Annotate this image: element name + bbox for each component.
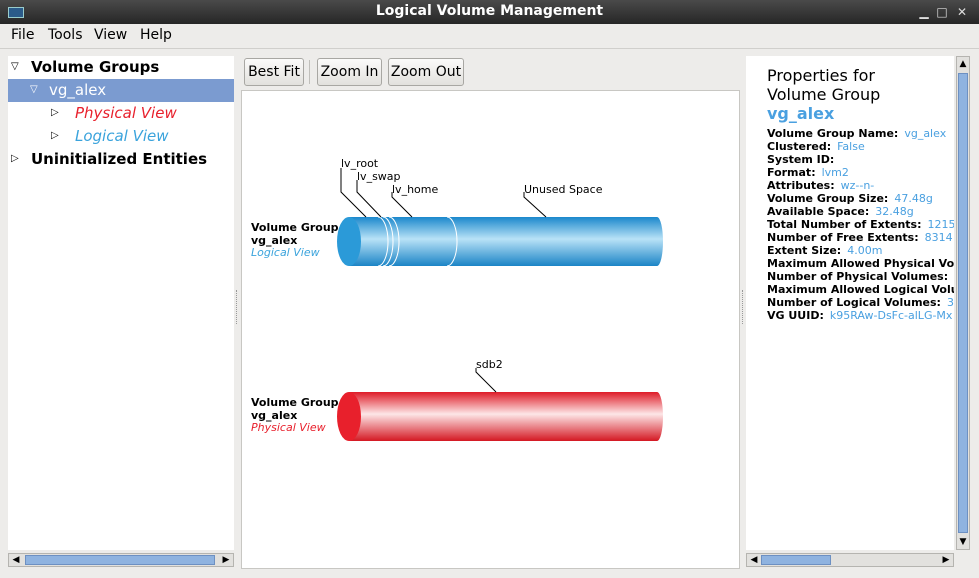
scrollbar-thumb[interactable] xyxy=(958,73,968,533)
prop-clustered: Clustered: False xyxy=(767,140,865,153)
collapsed-triangle-icon[interactable]: ▷ xyxy=(51,107,59,118)
scrollbar-thumb[interactable] xyxy=(25,555,215,565)
sdb2-leader xyxy=(475,368,497,393)
unused-space-label: Unused Space xyxy=(524,183,603,196)
zoom-in-button[interactable]: Zoom In xyxy=(317,58,382,86)
logical-vg-caption: Volume Group xyxy=(251,221,339,234)
collapsed-triangle-icon[interactable]: ▷ xyxy=(11,153,19,164)
best-fit-button[interactable]: Best Fit xyxy=(244,58,304,86)
lv-swap-label: lv_swap xyxy=(357,170,401,183)
window-title: Logical Volume Management xyxy=(375,3,604,19)
collapsed-triangle-icon[interactable]: ▷ xyxy=(51,130,59,141)
expanded-triangle-icon[interactable]: ▽ xyxy=(30,84,38,95)
prop-num-physical-volumes: Number of Physical Volumes: xyxy=(767,270,949,283)
volume-tree: ▽ Volume Groups ▽ vg_alex ▷ Physical Vie… xyxy=(8,56,234,550)
lv-root-label: lv_root xyxy=(341,157,379,170)
volume-canvas: lv_root lv_swap lv_home Unused Space Vol… xyxy=(241,90,740,569)
prop-format: Format: lvm2 xyxy=(767,166,849,179)
prop-vg-name: Volume Group Name: vg_alex xyxy=(767,127,947,140)
volume-diagram xyxy=(337,168,663,441)
scroll-left-icon[interactable]: ◀ xyxy=(747,554,761,566)
menu-bar: File Tools View Help xyxy=(0,24,979,48)
expanded-triangle-icon[interactable]: ▽ xyxy=(11,61,19,72)
physical-view-caption: Physical View xyxy=(251,421,326,434)
prop-available-space: Available Space: 32.48g xyxy=(767,205,914,218)
prop-total-extents: Total Number of Extents: 1215 xyxy=(767,218,954,231)
scroll-up-icon[interactable]: ▲ xyxy=(957,57,969,71)
tree-item-logical-view[interactable]: ▷ Logical View xyxy=(8,125,234,148)
menu-file[interactable]: File xyxy=(11,27,34,43)
prop-extent-size: Extent Size: 4.00m xyxy=(767,244,883,257)
scrollbar-thumb[interactable] xyxy=(761,555,831,565)
properties-vertical-scrollbar[interactable]: ▲ ▼ xyxy=(956,56,970,550)
tree-item-vg-alex[interactable]: ▽ vg_alex xyxy=(8,79,234,102)
physical-cylinder[interactable] xyxy=(337,392,663,441)
tree-item-volume-groups[interactable]: ▽ Volume Groups xyxy=(8,56,234,79)
scroll-down-icon[interactable]: ▼ xyxy=(957,535,969,549)
prop-free-extents: Number of Free Extents: 8314 xyxy=(767,231,953,244)
tree-item-uninitialized[interactable]: ▷ Uninitialized Entities xyxy=(8,148,234,171)
prop-attributes: Attributes: wz--n- xyxy=(767,179,875,192)
scroll-right-icon[interactable]: ▶ xyxy=(939,554,953,566)
properties-panel: Properties for Volume Group vg_alex Volu… xyxy=(746,56,954,550)
prop-num-logical-volumes: Number of Logical Volumes: 3 xyxy=(767,296,954,309)
menu-separator xyxy=(0,48,979,49)
pane-splitter-left[interactable] xyxy=(236,290,239,324)
scroll-right-icon[interactable]: ▶ xyxy=(219,554,233,566)
prop-max-physical-volumes: Maximum Allowed Physical Volu xyxy=(767,257,954,270)
physical-vg-caption: Volume Group xyxy=(251,396,339,409)
properties-horizontal-scrollbar[interactable]: ◀ ▶ xyxy=(746,553,954,567)
toolbar-separator xyxy=(309,60,310,84)
lv-home-label: lv_home xyxy=(392,183,439,196)
logical-view-caption: Logical View xyxy=(251,246,320,259)
properties-heading: Properties for xyxy=(767,66,875,85)
properties-vg-name: vg_alex xyxy=(767,104,835,123)
menu-view[interactable]: View xyxy=(94,27,127,43)
title-bar: Logical Volume Management ▁ □ ✕ xyxy=(0,0,979,24)
menu-tools[interactable]: Tools xyxy=(48,27,83,43)
zoom-out-button[interactable]: Zoom Out xyxy=(388,58,464,86)
maximize-icon[interactable]: □ xyxy=(935,5,949,19)
logical-cylinder[interactable] xyxy=(337,216,663,267)
tree-item-physical-view[interactable]: ▷ Physical View xyxy=(8,102,234,125)
close-icon[interactable]: ✕ xyxy=(955,5,969,19)
pane-splitter-right[interactable] xyxy=(742,290,745,324)
tree-horizontal-scrollbar[interactable]: ◀ ▶ xyxy=(8,553,234,567)
prop-vg-uuid: VG UUID: k95RAw-DsFc-alLG-Mx xyxy=(767,309,953,322)
scroll-left-icon[interactable]: ◀ xyxy=(9,554,23,566)
sdb2-label: sdb2 xyxy=(476,358,503,371)
prop-vg-size: Volume Group Size: 47.48g xyxy=(767,192,933,205)
menu-help[interactable]: Help xyxy=(140,27,172,43)
prop-system-id: System ID: xyxy=(767,153,835,166)
properties-subheading: Volume Group xyxy=(767,85,881,104)
prop-max-logical-volumes: Maximum Allowed Logical Volu xyxy=(767,283,954,296)
minimize-icon[interactable]: ▁ xyxy=(917,5,931,19)
